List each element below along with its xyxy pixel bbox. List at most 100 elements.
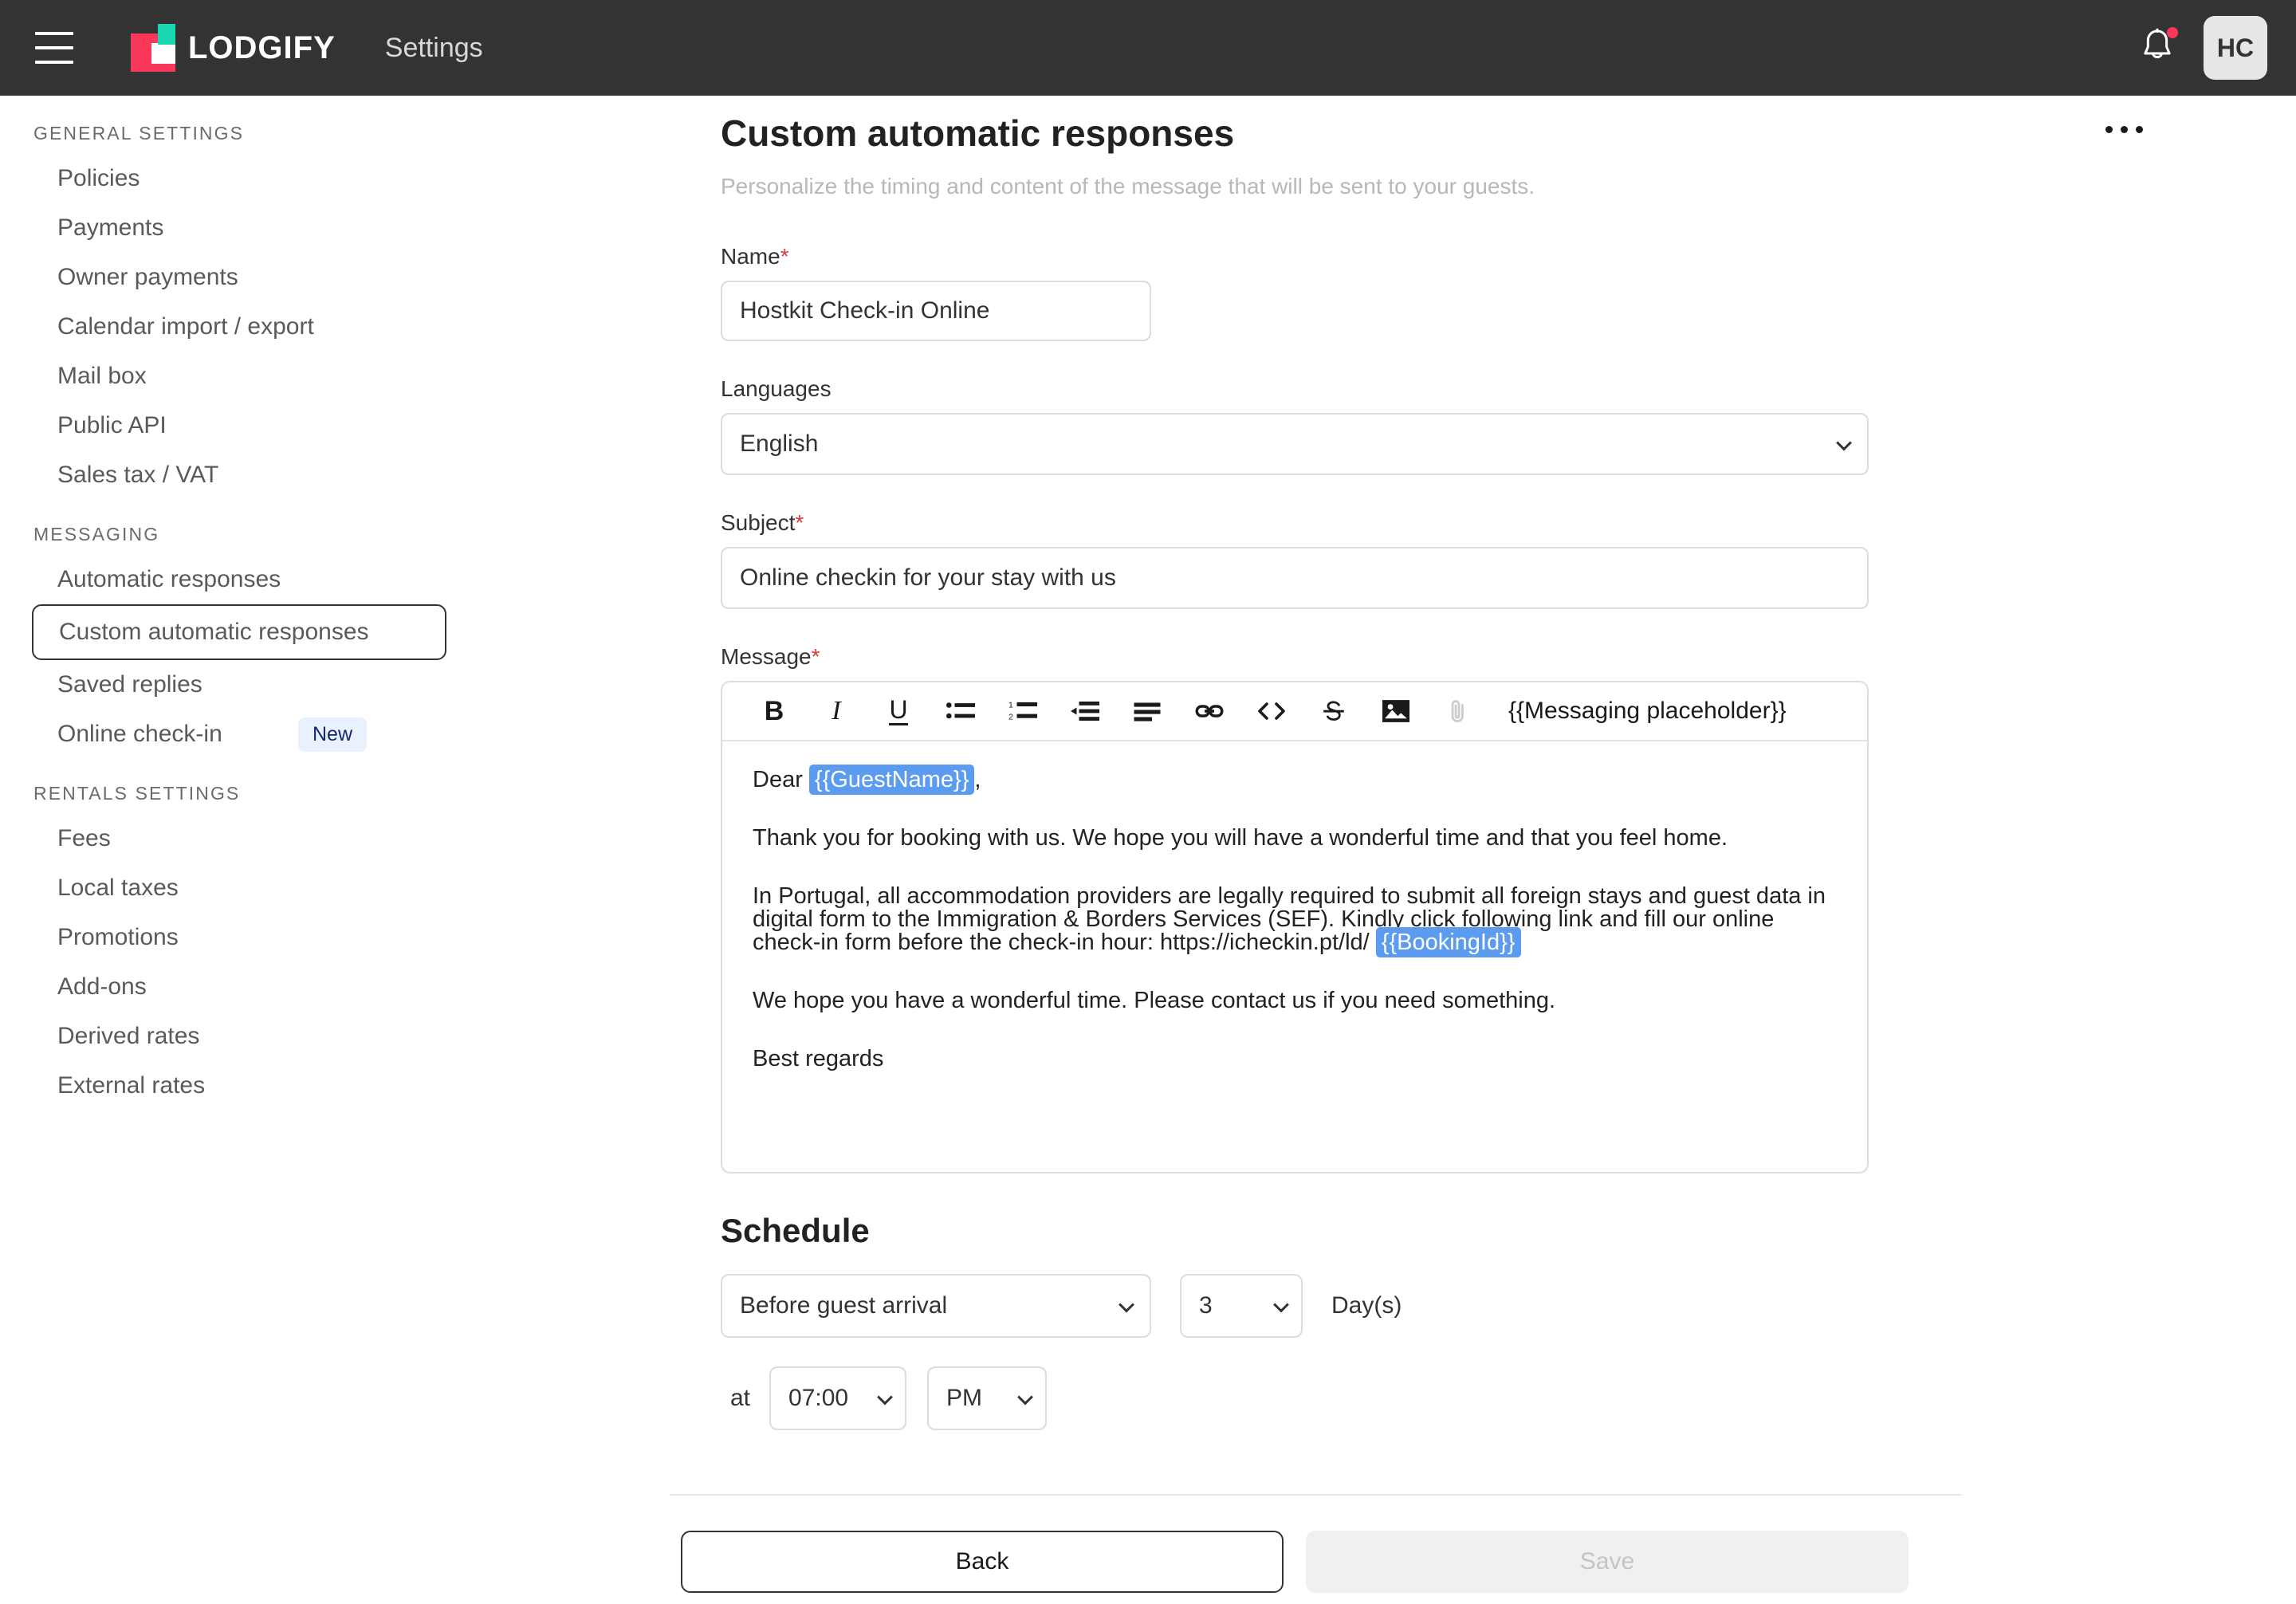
settings-sidebar: GENERAL SETTINGS Policies Payments Owner pa… <box>0 96 670 1604</box>
name-input-value: Hostkit Check-in Online <box>740 297 990 324</box>
schedule-row-when: Before guest arrival 3 Day(s) <box>721 1274 2235 1338</box>
logo-wordmark: LODGIFY <box>188 29 336 65</box>
chevron-down-icon <box>1836 434 1852 451</box>
name-input[interactable]: Hostkit Check-in Online <box>721 281 1151 341</box>
sidebar-item-online-check-in[interactable]: Online check-in New <box>32 710 446 759</box>
bold-icon[interactable]: B <box>743 682 805 741</box>
strikethrough-icon[interactable] <box>1303 682 1365 741</box>
schedule-time-select[interactable]: 07:00 <box>769 1366 907 1430</box>
sidebar-item-label: Local taxes <box>57 875 179 901</box>
editor-toolbar: B I U 1 2 {{Messaging placeholder}} <box>722 682 1867 741</box>
underline-icon[interactable]: U <box>867 682 930 741</box>
sidebar-item-label: Policies <box>57 165 140 191</box>
sidebar-item-derived-rates[interactable]: Derived rates <box>32 1012 446 1061</box>
link-icon[interactable] <box>1178 682 1240 741</box>
sidebar-item-payments[interactable]: Payments <box>32 203 446 253</box>
sidebar-item-label: External rates <box>57 1072 206 1099</box>
back-button[interactable]: Back <box>681 1531 1284 1593</box>
required-asterisk: * <box>811 644 820 669</box>
italic-icon[interactable]: I <box>805 682 867 741</box>
schedule-when-value: Before guest arrival <box>740 1292 948 1319</box>
sidebar-item-label: Saved replies <box>57 671 202 698</box>
kebab-menu-icon[interactable] <box>2105 126 2143 133</box>
message-rich-text-editor: B I U 1 2 {{Messaging placeholder}} Dear… <box>721 681 1869 1174</box>
main-content: Custom automatic responses Personalize t… <box>670 96 2296 1604</box>
sidebar-item-label: Derived rates <box>57 1023 200 1049</box>
sidebar-item-label: Promotions <box>57 924 179 950</box>
svg-text:1: 1 <box>1008 701 1013 710</box>
sidebar-item-add-ons[interactable]: Add-ons <box>32 962 446 1012</box>
sidebar-group-title: MESSAGING <box>33 524 160 544</box>
sidebar-item-sales-tax-vat[interactable]: Sales tax / VAT <box>32 450 446 500</box>
message-paragraph-3: In Portugal, all accommodation providers… <box>753 885 1837 957</box>
sidebar-group-title: GENERAL SETTINGS <box>33 123 245 143</box>
hamburger-menu-icon[interactable] <box>35 32 73 64</box>
sidebar-item-external-rates[interactable]: External rates <box>32 1061 446 1111</box>
bulleted-list-icon[interactable] <box>930 682 992 741</box>
subject-input[interactable]: Online checkin for your stay with us <box>721 547 1869 609</box>
message-label: Message* <box>721 644 820 669</box>
bookingid-placeholder-token[interactable]: {{BookingId}} <box>1375 927 1521 957</box>
sidebar-item-calendar-import-export[interactable]: Calendar import / export <box>32 302 446 352</box>
sidebar-item-saved-replies[interactable]: Saved replies <box>32 660 446 710</box>
notifications-button[interactable] <box>2135 26 2180 70</box>
sidebar-item-label: Fees <box>57 825 111 851</box>
languages-select-value: English <box>740 430 819 457</box>
sidebar-item-badge: New <box>297 717 367 752</box>
schedule-ampm-value: PM <box>946 1385 983 1411</box>
subject-label: Subject* <box>721 510 804 535</box>
sidebar-item-local-taxes[interactable]: Local taxes <box>32 863 446 913</box>
notification-indicator-dot <box>2167 27 2178 38</box>
sidebar-group: MESSAGING Automatic responses Custom autom… <box>0 524 670 759</box>
schedule-when-select[interactable]: Before guest arrival <box>721 1274 1151 1338</box>
schedule-days-select[interactable]: 3 <box>1180 1274 1303 1338</box>
languages-label: Languages <box>721 376 832 401</box>
sidebar-item-label: Payments <box>57 214 164 241</box>
sidebar-item-custom-automatic-responses[interactable]: Custom automatic responses <box>32 604 446 660</box>
footer-divider <box>670 1494 1961 1496</box>
save-button[interactable]: Save <box>1306 1531 1909 1593</box>
sidebar-item-label: Online check-in <box>57 721 222 747</box>
custom-response-form: Name* Hostkit Check-in Online Languages … <box>721 244 2235 1430</box>
sidebar-item-label: Custom automatic responses <box>59 619 369 645</box>
sidebar-item-promotions[interactable]: Promotions <box>32 913 446 962</box>
nav-item-settings[interactable]: Settings <box>385 33 483 64</box>
sidebar-item-public-api[interactable]: Public API <box>32 401 446 450</box>
code-icon[interactable] <box>1240 682 1303 741</box>
chevron-down-icon <box>1119 1296 1134 1313</box>
message-paragraph-2: Thank you for booking with us. We hope y… <box>753 825 1728 851</box>
message-paragraph-4: We hope you have a wonderful time. Pleas… <box>753 988 1556 1013</box>
required-asterisk: * <box>795 510 804 535</box>
schedule-ampm-select[interactable]: PM <box>927 1366 1048 1430</box>
align-icon[interactable] <box>1116 682 1178 741</box>
lodgify-brand-logo[interactable]: LODGIFY <box>131 24 336 72</box>
name-field-group: Name* Hostkit Check-in Online <box>721 244 2235 341</box>
indent-icon[interactable] <box>1054 682 1116 741</box>
schedule-time-value: 07:00 <box>788 1385 849 1411</box>
sidebar-item-automatic-responses[interactable]: Automatic responses <box>32 555 446 604</box>
chevron-down-icon <box>877 1389 893 1405</box>
sidebar-item-fees[interactable]: Fees <box>32 814 446 863</box>
sidebar-item-mail-box[interactable]: Mail box <box>32 352 446 401</box>
subject-field-group: Subject* Online checkin for your stay wi… <box>721 510 2235 609</box>
sidebar-item-policies[interactable]: Policies <box>32 154 446 203</box>
numbered-list-icon[interactable]: 1 2 <box>992 682 1054 741</box>
schedule-at-label: at <box>730 1385 751 1411</box>
messaging-placeholder-button[interactable]: {{Messaging placeholder}} <box>1508 698 1787 725</box>
image-icon[interactable] <box>1365 682 1427 741</box>
schedule-days-label: Day(s) <box>1331 1292 1402 1319</box>
top-navigation-bar: LODGIFY Settings HC <box>0 0 2296 96</box>
user-avatar[interactable]: HC <box>2204 16 2267 80</box>
page-subtitle: Personalize the timing and content of th… <box>721 174 1535 199</box>
avatar-initials: HC <box>2216 33 2255 62</box>
message-editor-body[interactable]: Dear {{GuestName}}, Thank you for bookin… <box>722 741 1867 1172</box>
sidebar-group: GENERAL SETTINGS Policies Payments Owner pa… <box>0 123 670 500</box>
attachment-icon[interactable] <box>1427 682 1489 741</box>
message-paragraph-5: Best regards <box>753 1046 884 1071</box>
sidebar-item-owner-payments[interactable]: Owner payments <box>32 253 446 302</box>
languages-select[interactable]: English <box>721 413 1869 475</box>
message-paragraph-greeting: Dear {{GuestName}}, <box>753 765 1837 795</box>
guestname-placeholder-token[interactable]: {{GuestName}} <box>808 765 975 795</box>
languages-field-group: Languages English <box>721 376 2235 475</box>
page-title: Custom automatic responses <box>721 112 1235 154</box>
